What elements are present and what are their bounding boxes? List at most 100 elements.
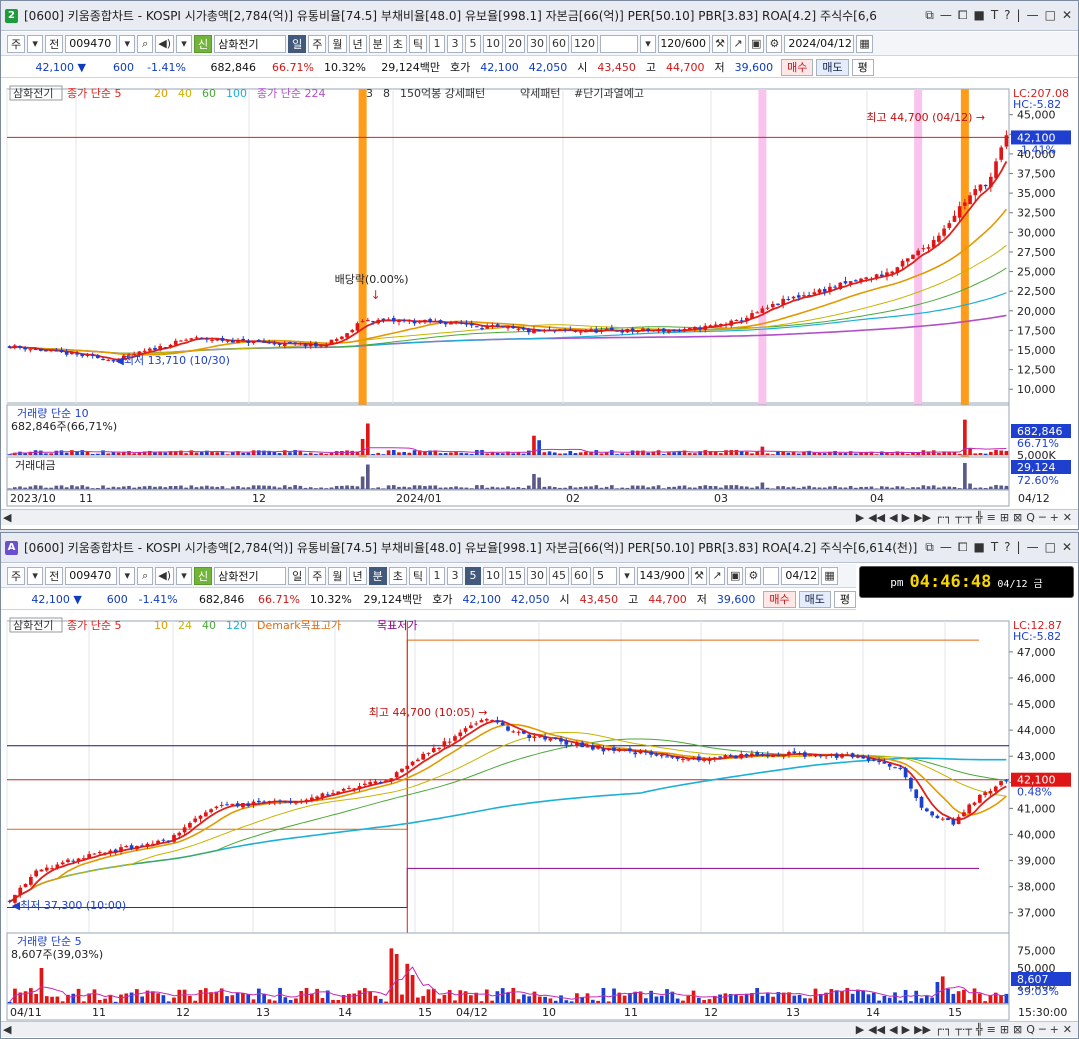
zoom-handle[interactable]: ┌·┐ ┬·┬	[935, 1023, 972, 1036]
zoom-in-icon[interactable]: +	[1050, 1023, 1059, 1036]
search-icon[interactable]: ⌕	[137, 34, 154, 53]
num-1[interactable]: 1	[429, 34, 446, 53]
minute-candle-chart[interactable]: 47,00046,00045,00044,00043,00042,00041,0…	[1, 611, 1078, 1021]
num-60[interactable]: 60	[549, 34, 570, 53]
stock-name[interactable]: 삼화전기	[214, 566, 287, 585]
chart-scrollbar[interactable]: ◀ ▶ ◀◀ ◀ ▶ ▶▶ ┌·┐ ┬·┬ ╬ ≡ ⊞ ⊠ Q ─ + ✕	[1, 509, 1078, 525]
chevron-down-icon[interactable]: ▾	[176, 34, 193, 53]
prev-icon[interactable]: ◀	[889, 511, 897, 524]
scroll-left-icon[interactable]: ◀	[3, 1023, 11, 1036]
scroll-right-icon[interactable]: ▶	[856, 1023, 864, 1036]
daily-candle-chart[interactable]: 45,00042,50040,00037,50035,00032,50030,0…	[1, 79, 1078, 509]
chevron-down-icon[interactable]: ▾	[619, 566, 636, 585]
market-select[interactable]: 주	[7, 566, 26, 585]
zoom-icon[interactable]: Q	[1026, 511, 1035, 524]
buy-button[interactable]: 매수	[763, 590, 796, 608]
period-second[interactable]: 초	[388, 34, 407, 53]
reset-icon[interactable]: ✕	[1063, 1023, 1072, 1036]
period-week[interactable]: 주	[308, 34, 327, 53]
font-icon[interactable]: T	[991, 8, 998, 23]
save-icon[interactable]: ▣	[748, 34, 765, 53]
font-icon[interactable]: T	[991, 540, 998, 555]
last-icon[interactable]: ▶▶	[914, 511, 931, 524]
speaker-icon[interactable]: ◀)	[155, 34, 175, 53]
minimize-small-icon[interactable]: —	[940, 8, 952, 23]
help-icon[interactable]: ?	[1004, 540, 1010, 555]
full-icon[interactable]: ■	[973, 540, 984, 555]
checkbox[interactable]	[763, 566, 780, 585]
period-tick[interactable]: 틱	[408, 566, 428, 585]
chevron-down-icon[interactable]: ▾	[176, 566, 193, 585]
chevron-down-icon[interactable]: ▾	[640, 34, 657, 53]
speaker-icon[interactable]: ◀)	[155, 566, 175, 585]
period-week[interactable]: 주	[308, 566, 327, 585]
prev-icon[interactable]: ◀	[889, 1023, 897, 1036]
indicator-icon[interactable]: ⚒	[712, 34, 729, 53]
first-icon[interactable]: ◀◀	[868, 1023, 885, 1036]
link-icon[interactable]: ⧉	[925, 8, 934, 23]
close-icon[interactable]: ✕	[1062, 8, 1072, 23]
lines-icon[interactable]: ≡	[987, 511, 996, 524]
restore-icon[interactable]: ⧠	[958, 8, 968, 23]
custom-period-input[interactable]	[600, 34, 639, 53]
num-120[interactable]: 120	[571, 34, 599, 53]
grid-icon[interactable]: ⊞	[1000, 1023, 1009, 1036]
zoom-in-icon[interactable]: +	[1050, 511, 1059, 524]
period-day[interactable]: 일	[288, 34, 307, 53]
cross-icon[interactable]: ╬	[976, 1023, 983, 1036]
draw-icon[interactable]: ↗	[730, 34, 747, 53]
num-30[interactable]: 30	[527, 34, 548, 53]
gear-icon[interactable]: ⚙	[766, 34, 783, 53]
sell-button[interactable]: 매도	[798, 590, 831, 608]
num-15[interactable]: 15	[505, 566, 526, 585]
data-count[interactable]: 120/600	[658, 34, 711, 53]
save-icon[interactable]: ▣	[727, 566, 744, 585]
num-3[interactable]: 3	[447, 566, 464, 585]
zoom-icon[interactable]: Q	[1026, 1023, 1035, 1036]
date-input[interactable]: 2024/04/12	[784, 34, 855, 53]
num-60[interactable]: 60	[571, 566, 592, 585]
box-icon[interactable]: ⊠	[1013, 511, 1022, 524]
period-year[interactable]: 년	[348, 566, 367, 585]
zoom-out-icon[interactable]: ─	[1039, 1023, 1046, 1036]
maximize-icon[interactable]: □	[1045, 540, 1056, 555]
data-count[interactable]: 143/900	[637, 566, 690, 585]
full-icon[interactable]: ■	[973, 8, 984, 23]
lines-icon[interactable]: ≡	[987, 1023, 996, 1036]
period-year[interactable]: 년	[348, 34, 367, 53]
chart-scrollbar[interactable]: ◀ ▶ ◀◀ ◀ ▶ ▶▶ ┌·┐ ┬·┬ ╬ ≡ ⊞ ⊠ Q ─ + ✕	[1, 1021, 1078, 1037]
help-icon[interactable]: ?	[1004, 8, 1010, 23]
chevron-down-icon[interactable]: ▾	[119, 566, 136, 585]
indicator-icon[interactable]: ⚒	[691, 566, 708, 585]
market-select[interactable]: 주	[7, 34, 26, 53]
num-45[interactable]: 45	[549, 566, 570, 585]
zoom-out-icon[interactable]: ─	[1039, 511, 1046, 524]
zoom-handle[interactable]: ┌·┐ ┬·┬	[935, 511, 972, 524]
eval-button[interactable]: 평	[851, 58, 874, 76]
calendar-icon[interactable]: ▦	[821, 566, 838, 585]
period-tick[interactable]: 틱	[408, 34, 428, 53]
period-minute[interactable]: 분	[368, 34, 387, 53]
close-icon[interactable]: ✕	[1062, 540, 1072, 555]
num-30[interactable]: 30	[527, 566, 548, 585]
period-day[interactable]: 일	[288, 566, 307, 585]
buy-button[interactable]: 매수	[781, 58, 814, 76]
period-minute[interactable]: 분	[368, 566, 387, 585]
search-icon[interactable]: ⌕	[137, 566, 154, 585]
scroll-right-icon[interactable]: ▶	[856, 511, 864, 524]
date-input[interactable]: 04/12	[781, 566, 820, 585]
minimize-small-icon[interactable]: —	[940, 540, 952, 555]
prev-button[interactable]: 전	[45, 566, 64, 585]
cross-icon[interactable]: ╬	[976, 511, 983, 524]
chevron-down-icon[interactable]: ▾	[27, 34, 44, 53]
next-icon[interactable]: ▶	[902, 1023, 910, 1036]
box-icon[interactable]: ⊠	[1013, 1023, 1022, 1036]
num-5[interactable]: 5	[465, 566, 482, 585]
num-20[interactable]: 20	[505, 34, 526, 53]
sell-button[interactable]: 매도	[816, 58, 849, 76]
minimize-icon[interactable]: —	[1027, 540, 1039, 555]
num-3[interactable]: 3	[447, 34, 464, 53]
calendar-icon[interactable]: ▦	[856, 34, 873, 53]
reset-icon[interactable]: ✕	[1063, 511, 1072, 524]
prev-button[interactable]: 전	[45, 34, 64, 53]
